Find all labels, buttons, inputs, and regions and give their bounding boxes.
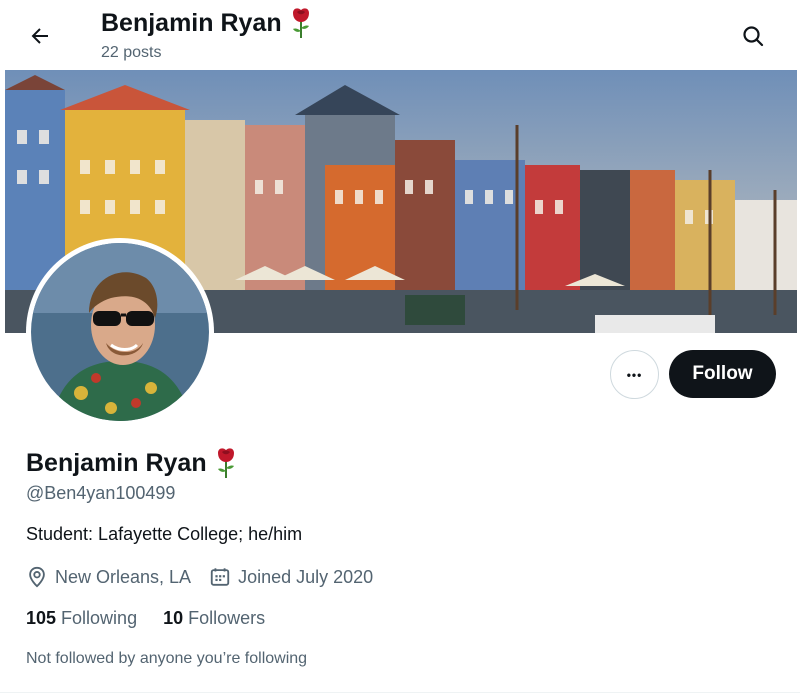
followers-link[interactable]: 10 Followers — [163, 608, 265, 629]
rose-icon — [217, 448, 234, 478]
profile-bio: Student: Lafayette College; he/him — [26, 524, 303, 544]
profile-stats: 105 Following 10 Followers — [26, 608, 265, 629]
profile-meta: New Orleans, LA Joined July 2020 — [26, 566, 391, 588]
calendar-icon — [210, 568, 230, 586]
display-name: Benjamin Ryan — [26, 448, 207, 477]
followers-label: Followers — [188, 608, 266, 628]
following-label: Following — [61, 608, 138, 628]
search-button[interactable] — [734, 17, 772, 55]
search-icon — [743, 26, 764, 47]
profile-name: Benjamin Ryan — [26, 447, 237, 479]
avatar-photo — [31, 243, 209, 421]
follow-button[interactable]: Follow — [669, 350, 776, 398]
profile-avatar[interactable] — [26, 238, 214, 426]
back-button[interactable] — [22, 18, 58, 54]
header-title: Benjamin Ryan — [101, 7, 312, 39]
joined-item: Joined July 2020 — [209, 566, 373, 588]
location-text: New Orleans, LA — [55, 566, 192, 587]
top-bar: Benjamin Ryan 22 posts — [0, 0, 800, 70]
mutual-followers-note: Not followed by anyone you’re following — [26, 650, 308, 667]
divider — [0, 692, 800, 693]
more-icon: ••• — [626, 367, 643, 382]
followers-count: 10 — [163, 608, 184, 628]
post-count: 22 posts — [101, 44, 162, 61]
location-item: New Orleans, LA — [26, 566, 191, 588]
rose-icon — [292, 8, 309, 38]
joined-text: Joined July 2020 — [238, 566, 374, 587]
arrow-left-icon — [31, 28, 48, 44]
following-count: 105 — [26, 608, 57, 628]
profile-handle: @Ben4yan100499 — [26, 483, 176, 503]
following-link[interactable]: 105 Following — [26, 608, 137, 629]
more-options-button[interactable]: ••• — [610, 350, 659, 399]
header-name: Benjamin Ryan — [101, 8, 282, 37]
location-pin-icon — [29, 566, 45, 588]
